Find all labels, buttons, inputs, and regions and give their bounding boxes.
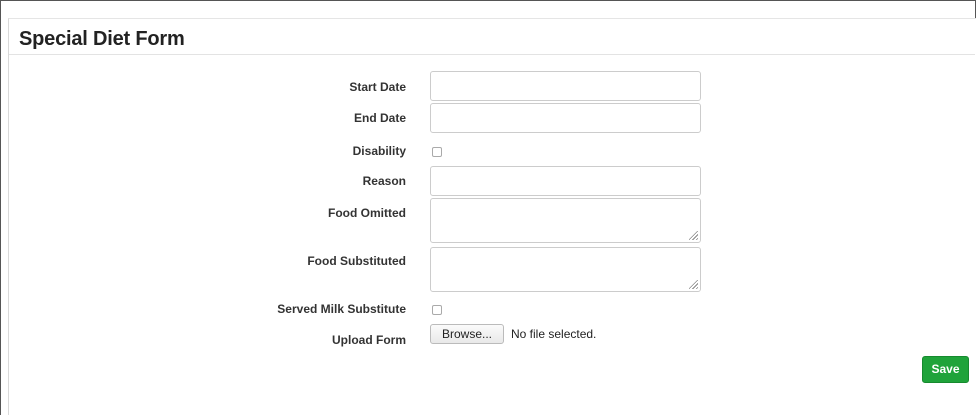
window-top-border (0, 0, 976, 1)
reason-input[interactable] (430, 166, 701, 196)
food-omitted-label: Food Omitted (328, 206, 406, 220)
disability-label: Disability (352, 144, 406, 158)
upload-form-label: Upload Form (332, 333, 406, 347)
food-omitted-textarea[interactable] (430, 198, 701, 243)
food-substituted-textarea[interactable] (430, 247, 701, 292)
resize-grip-icon[interactable] (689, 231, 698, 240)
page-title: Special Diet Form (19, 28, 185, 50)
window-left-border (0, 0, 1, 415)
start-date-label: Start Date (349, 80, 406, 94)
resize-grip-icon[interactable] (689, 280, 698, 289)
served-milk-substitute-label: Served Milk Substitute (277, 302, 406, 316)
served-milk-substitute-checkbox[interactable] (432, 305, 442, 315)
start-date-input[interactable] (430, 71, 701, 101)
file-status-text: No file selected. (511, 327, 597, 341)
disability-checkbox[interactable] (432, 147, 442, 157)
end-date-label: End Date (353, 111, 406, 125)
title-divider (9, 54, 975, 55)
reason-label: Reason (362, 174, 406, 188)
browse-button[interactable]: Browse... (430, 324, 504, 344)
save-button[interactable]: Save (922, 356, 969, 383)
food-substituted-label: Food Substituted (307, 254, 406, 268)
end-date-input[interactable] (430, 103, 701, 133)
